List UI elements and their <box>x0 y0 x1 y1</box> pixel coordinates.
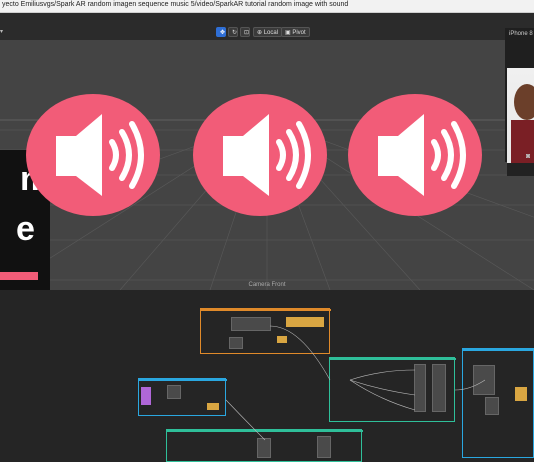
chevron-down-icon: ▾ <box>0 29 4 35</box>
scale-icon: ⊡ <box>244 30 250 36</box>
patch-connections <box>225 325 486 441</box>
globe-icon: ⊕ <box>257 30 263 36</box>
scale-tool-button[interactable]: ⊡ <box>240 27 250 37</box>
pivot-toggle-button[interactable]: ▣ Pivot <box>281 27 310 37</box>
speaker-icon <box>223 114 311 196</box>
overlay-accent-bar <box>0 272 38 280</box>
move-tool-button[interactable]: ✥ <box>216 27 226 37</box>
speaker-icon <box>56 114 144 196</box>
simulator-panel[interactable]: iPhone 8 ◙ <box>505 28 534 176</box>
move-icon: ✥ <box>220 30 226 36</box>
device-label: iPhone 8 <box>509 31 533 37</box>
pivot-label: Pivot <box>292 30 306 36</box>
rotate-tool-button[interactable]: ↻ <box>228 27 238 37</box>
local-label: Local <box>263 30 279 36</box>
sound-icon-1 <box>26 94 160 216</box>
speaker-icon <box>378 114 466 196</box>
sound-icon-3 <box>348 94 482 216</box>
view-dropdown[interactable]: ▾ <box>0 28 14 37</box>
window-title: yecto Emiliusvgs/Spark AR random imagen … <box>2 1 349 8</box>
local-toggle-button[interactable]: ⊕ Local <box>253 27 283 37</box>
rotate-icon: ↻ <box>232 30 238 36</box>
camera-label: Camera Front <box>248 282 286 288</box>
sound-icon-2 <box>193 94 327 216</box>
patch-editor[interactable] <box>0 290 534 462</box>
window-titlebar: yecto Emiliusvgs/Spark AR random imagen … <box>0 0 534 13</box>
pivot-icon: ▣ <box>285 30 291 36</box>
camera-icon[interactable]: ◙ <box>526 153 530 160</box>
viewport-toolbar: ▾ ✥ ↻ ⊡ ⊕ Local ▣ Pivot <box>0 26 534 40</box>
